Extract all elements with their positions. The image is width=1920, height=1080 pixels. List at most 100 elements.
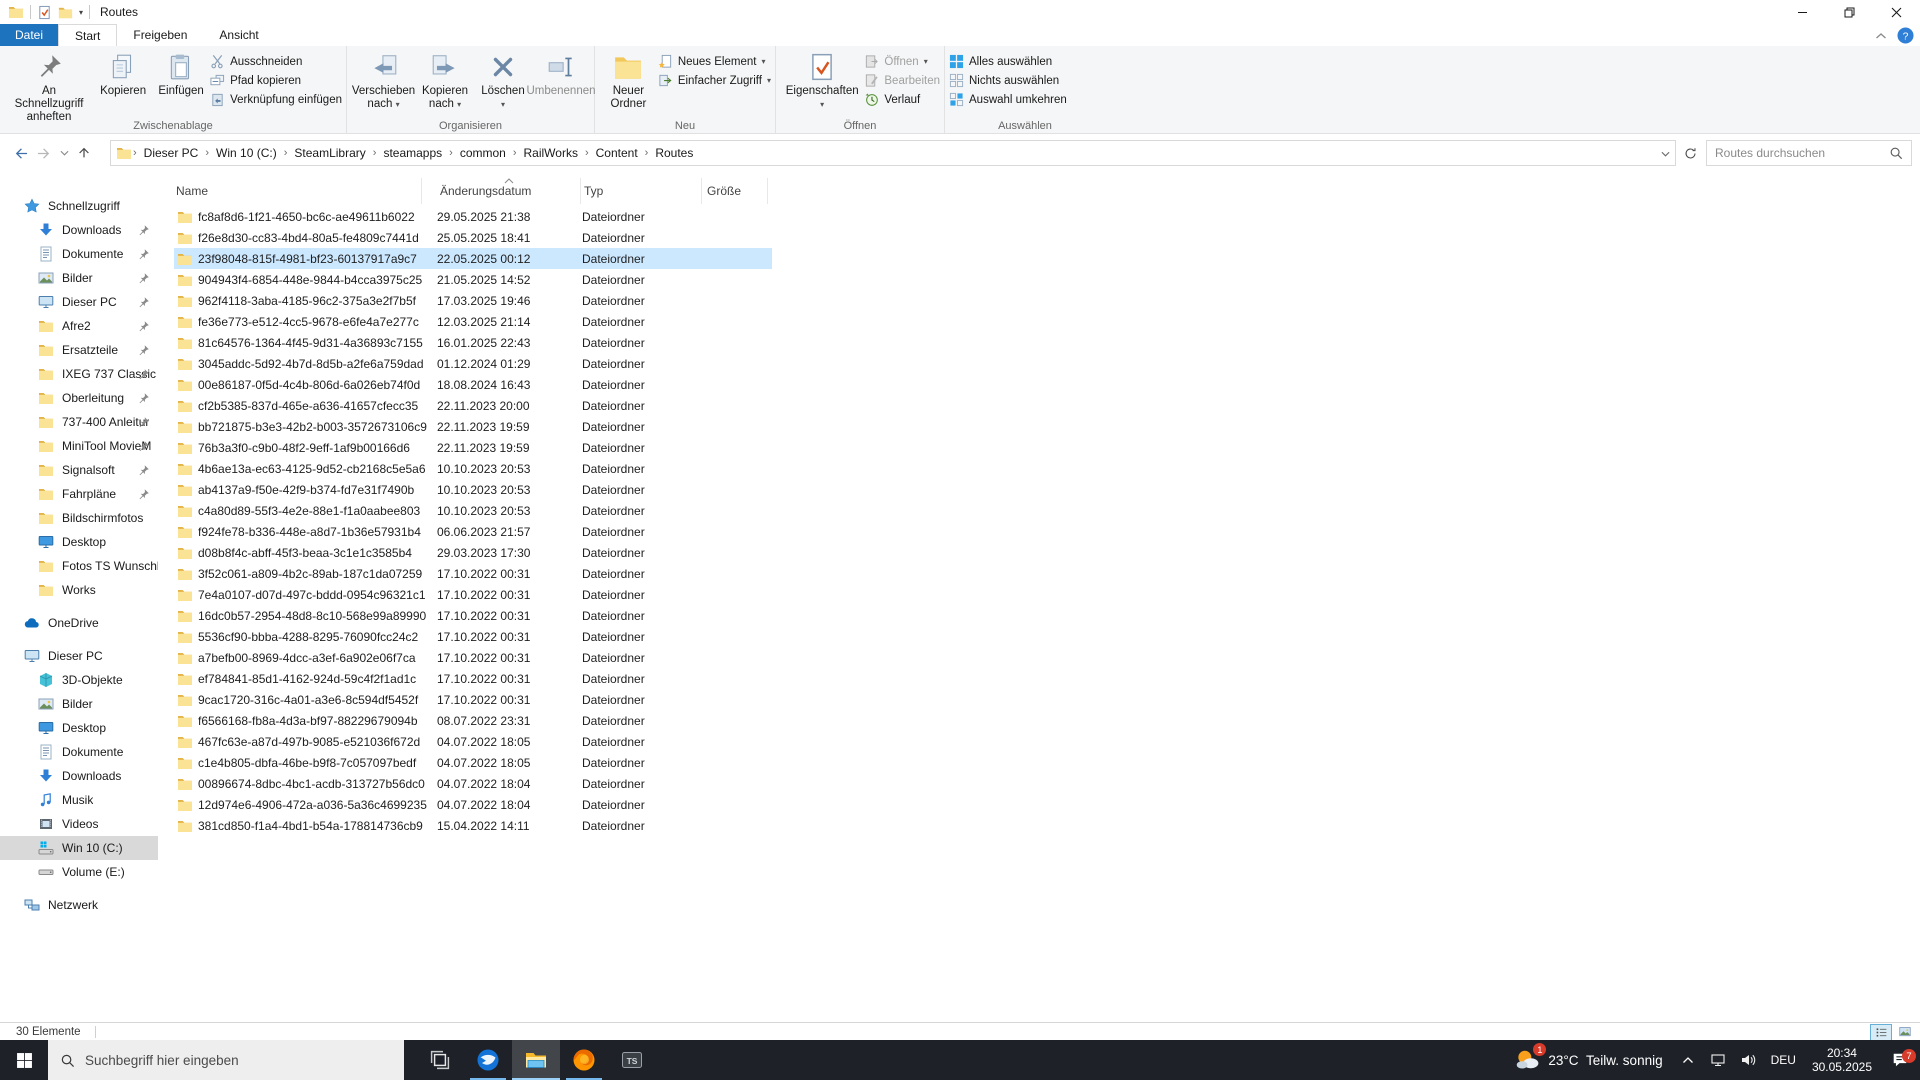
file-row[interactable]: 81c64576-1364-4f45-9d31-4a36893c7155 16.0…: [172, 332, 772, 353]
pfad-kopieren-button[interactable]: Pfad kopieren: [210, 73, 342, 88]
einfuegen-button[interactable]: Einfügen: [152, 49, 210, 98]
auswahl-umkehren-button[interactable]: Auswahl umkehren: [949, 92, 1067, 107]
network-tray-icon[interactable]: [1703, 1040, 1733, 1080]
breadcrumb-item-routes[interactable]: Routes: [649, 146, 699, 160]
sidebar-item-ixeg-737-classic[interactable]: IXEG 737 Classic: [0, 362, 158, 386]
recent-locations-chevron-icon[interactable]: [56, 141, 72, 165]
sidebar-item-afre2[interactable]: Afre2: [0, 314, 158, 338]
sidebar-item-downloads[interactable]: Downloads: [0, 764, 158, 788]
file-row[interactable]: bb721875-b3e3-42b2-b003-3572673106c9 22.1…: [172, 416, 772, 437]
eigenschaften-button[interactable]: Eigenschaften ▾: [780, 49, 864, 111]
taskbar-task-view-button[interactable]: [416, 1040, 464, 1080]
bearbeiten-button[interactable]: Bearbeiten: [864, 73, 940, 88]
sidebar-section-onedrive[interactable]: OneDrive: [0, 611, 158, 635]
file-row[interactable]: 5536cf90-bbba-4288-8295-76090fcc24c2 17.1…: [172, 626, 772, 647]
file-row[interactable]: cf2b5385-837d-465e-a636-41657cfecc35 22.1…: [172, 395, 772, 416]
sidebar-item-desktop[interactable]: Desktop: [0, 716, 158, 740]
breadcrumb-item-steamapps[interactable]: steamapps: [377, 146, 448, 160]
file-row[interactable]: ab4137a9-f50e-42f9-b374-fd7e31f7490b 10.1…: [172, 479, 772, 500]
kopieren-nach-button[interactable]: Kopieren nach ▾: [416, 49, 474, 111]
sidebar-item-musik[interactable]: Musik: [0, 788, 158, 812]
nichts-auswaehlen-button[interactable]: Nichts auswählen: [949, 73, 1067, 88]
search-icon[interactable]: [1889, 146, 1903, 160]
start-button[interactable]: [0, 1040, 48, 1080]
file-row[interactable]: c4a80d89-55f3-4e2e-88e1-f1a0aabee803 10.1…: [172, 500, 772, 521]
forward-button[interactable]: [32, 141, 56, 165]
column-header-aenderungsdatum[interactable]: Änderungsdatum: [436, 178, 581, 204]
sidebar-item-dieser-pc[interactable]: Dieser PC: [0, 290, 158, 314]
sidebar-section-dieser-pc[interactable]: Dieser PC: [0, 644, 158, 668]
sidebar-item-volume-e[interactable]: Volume (E:): [0, 860, 158, 884]
sidebar-item-desktop[interactable]: Desktop: [0, 530, 158, 554]
taskbar-thunderbird-button[interactable]: [464, 1040, 512, 1080]
breadcrumb[interactable]: › Dieser PC › Win 10 (C:) › SteamLibrary › stea…: [110, 140, 1676, 166]
properties-check-icon[interactable]: [37, 5, 52, 20]
loeschen-button[interactable]: Löschen ▾: [474, 49, 532, 111]
file-row[interactable]: fc8af8d6-1f21-4650-bc6c-ae49611b6022 29.0…: [172, 206, 772, 227]
umbenennen-button[interactable]: Umbenennen: [526, 49, 596, 98]
details-view-button[interactable]: [1870, 1023, 1892, 1041]
folder-icon[interactable]: [58, 5, 73, 20]
breadcrumb-item-content[interactable]: Content: [590, 146, 644, 160]
neues-element-button[interactable]: Neues Element ▾: [658, 54, 771, 69]
address-dropdown-icon[interactable]: [1655, 146, 1675, 160]
file-row[interactable]: 00e86187-0f5d-4c4b-806d-6a026eb74f0d 18.0…: [172, 374, 772, 395]
einfacher-zugriff-button[interactable]: Einfacher Zugriff ▾: [658, 73, 771, 88]
language-indicator[interactable]: DEU: [1763, 1053, 1804, 1067]
up-button[interactable]: [72, 141, 96, 165]
close-button[interactable]: [1873, 0, 1920, 24]
file-row[interactable]: c1e4b805-dbfa-46be-b9f8-7c057097bedf 04.0…: [172, 752, 772, 773]
sidebar-section-schnellzugriff[interactable]: Schnellzugriff: [0, 194, 158, 218]
file-row[interactable]: f26e8d30-cc83-4bd4-80a5-fe4809c7441d 25.0…: [172, 227, 772, 248]
search-box[interactable]: [1706, 140, 1912, 166]
sidebar-item-dokumente[interactable]: Dokumente: [0, 242, 158, 266]
minimize-button[interactable]: [1779, 0, 1826, 24]
file-row[interactable]: 3f52c061-a809-4b2c-89ab-187c1da07259 17.1…: [172, 563, 772, 584]
sidebar-item-win-10-c[interactable]: Win 10 (C:): [0, 836, 158, 860]
file-row[interactable]: a7befb00-8969-4dcc-a3ef-6a902e06f7ca 17.1…: [172, 647, 772, 668]
taskbar-clock[interactable]: 20:34 30.05.2025: [1804, 1046, 1880, 1074]
file-row[interactable]: 7e4a0107-d07d-497c-bddd-0954c96321c1 17.1…: [172, 584, 772, 605]
an-schnellzugriff-anheften-button[interactable]: An Schnellzugriff anheften: [4, 49, 94, 124]
sidebar-item-videos[interactable]: Videos: [0, 812, 158, 836]
file-row[interactable]: f924fe78-b336-448e-a8d7-1b36e57931b4 06.0…: [172, 521, 772, 542]
breadcrumb-item-win-10-c[interactable]: Win 10 (C:): [210, 146, 283, 160]
breadcrumb-item-dieser-pc[interactable]: Dieser PC: [138, 146, 205, 160]
tab-freigeben[interactable]: Freigeben: [117, 24, 203, 46]
taskbar-train-simulator-button[interactable]: TS: [608, 1040, 656, 1080]
taskbar-search-box[interactable]: [48, 1040, 404, 1080]
tab-datei[interactable]: Datei: [0, 24, 59, 46]
file-row[interactable]: 3045addc-5d92-4b7d-8d5b-a2fe6a759dad 01.1…: [172, 353, 772, 374]
file-row[interactable]: 16dc0b57-2954-48d8-8c10-568e99a89990 17.1…: [172, 605, 772, 626]
file-row[interactable]: 904943f4-6854-448e-9844-b4cca3975c25 21.0…: [172, 269, 772, 290]
sidebar-item-dokumente[interactable]: Dokumente: [0, 740, 158, 764]
taskbar-weather[interactable]: 1 23°C Teilw. sonnig: [1504, 1043, 1672, 1073]
file-row[interactable]: 4b6ae13a-ec63-4125-9d52-cb2168c5e5a6 10.1…: [172, 458, 772, 479]
alles-auswaehlen-button[interactable]: Alles auswählen: [949, 54, 1067, 69]
refresh-icon[interactable]: [1678, 140, 1702, 166]
file-row[interactable]: 962f4118-3aba-4185-96c2-375a3e2f7b5f 17.0…: [172, 290, 772, 311]
column-header-name[interactable]: Name: [172, 178, 422, 204]
sidebar-section-netzwerk[interactable]: Netzwerk: [0, 893, 158, 917]
breadcrumb-item-steamlibrary[interactable]: SteamLibrary: [288, 146, 371, 160]
collapse-ribbon-icon[interactable]: [1875, 32, 1887, 40]
file-row[interactable]: ef784841-85d1-4162-924d-59c4f2f1ad1c 17.1…: [172, 668, 772, 689]
sidebar-item-oberleitung[interactable]: Oberleitung: [0, 386, 158, 410]
taskbar-firefox-button[interactable]: [560, 1040, 608, 1080]
sidebar-item-bilder[interactable]: Bilder: [0, 692, 158, 716]
tray-expand-chevron-icon[interactable]: [1673, 1040, 1703, 1080]
sidebar-item-signalsoft[interactable]: Signalsoft: [0, 458, 158, 482]
sidebar-item-bilder[interactable]: Bilder: [0, 266, 158, 290]
ausschneiden-button[interactable]: Ausschneiden: [210, 54, 342, 69]
tab-start[interactable]: Start: [58, 24, 118, 47]
file-row[interactable]: f6566168-fb8a-4d3a-bf97-88229679094b 08.0…: [172, 710, 772, 731]
action-center-button[interactable]: 7: [1880, 1049, 1920, 1069]
sidebar-item-works[interactable]: Works: [0, 578, 158, 602]
file-row[interactable]: 467fc63e-a87d-497b-9085-e521036f672d 04.0…: [172, 731, 772, 752]
oeffnen-button[interactable]: Öffnen ▾: [864, 54, 940, 69]
breadcrumb-item-railworks[interactable]: RailWorks: [518, 146, 584, 160]
neuer-ordner-button[interactable]: Neuer Ordner: [599, 49, 658, 111]
restore-button[interactable]: [1826, 0, 1873, 24]
sidebar-item-minitool-moviem[interactable]: MiniTool MovieM: [0, 434, 158, 458]
verlauf-button[interactable]: Verlauf: [864, 92, 940, 107]
